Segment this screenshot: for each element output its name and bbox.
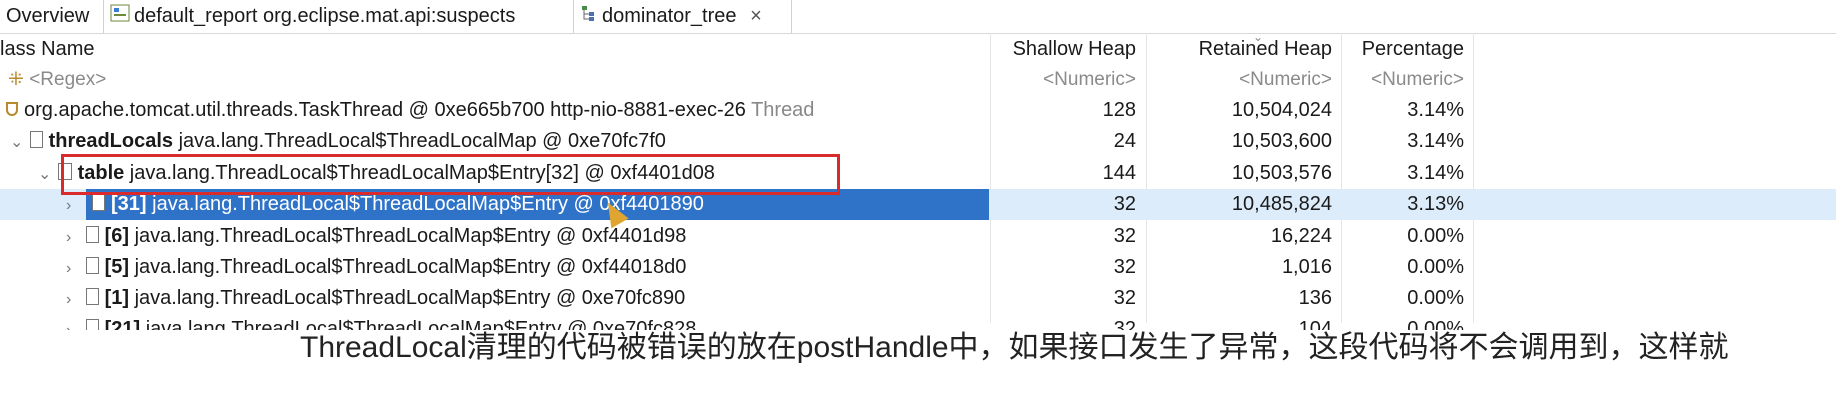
object-icon <box>85 257 99 275</box>
retained-heap-value: 16,224 <box>1270 225 1332 247</box>
class-name-cell: › [5] java.lang.ThreadLocal$ThreadLocalM… <box>66 252 686 283</box>
field-name: threadLocals <box>48 130 174 152</box>
class-name-cell: › [1] java.lang.ThreadLocal$ThreadLocalM… <box>66 283 685 314</box>
percentage-value: 3.14% <box>1407 99 1464 121</box>
thread-icon <box>6 101 18 116</box>
column-header-class-name[interactable]: lass Name <box>0 33 94 66</box>
sort-indicator-icon: ⌄ <box>1253 30 1264 44</box>
video-subtitle: ThreadLocal清理的代码被错误的放在postHandle中，如果接口发生… <box>300 331 1729 364</box>
percentage-value: 3.13% <box>1407 193 1464 215</box>
class-name-cell: › [6] java.lang.ThreadLocal$ThreadLocalM… <box>66 221 686 252</box>
object-label: java.lang.ThreadLocal$ThreadLocalMap$Ent… <box>129 287 686 309</box>
object-icon <box>29 131 43 149</box>
retained-heap-value: 10,503,600 <box>1231 130 1332 152</box>
table-row[interactable]: › [6] java.lang.ThreadLocal$ThreadLocalM… <box>0 221 1836 252</box>
column-header-shallow-heap[interactable]: Shallow Heap <box>990 33 1136 66</box>
retained-heap-value: 10,504,024 <box>1231 99 1332 121</box>
object-label: org.apache.tomcat.util.threads.TaskThrea… <box>24 99 746 121</box>
collapsed-chevron-icon[interactable]: › <box>66 190 80 221</box>
table-row[interactable]: ⌄ threadLocals java.lang.ThreadLocal$Thr… <box>0 126 1836 157</box>
selected-class-name-cell: [31] java.lang.ThreadLocal$ThreadLocalMa… <box>86 189 989 220</box>
object-label: java.lang.ThreadLocal$ThreadLocalMap$Ent… <box>129 256 687 278</box>
field-name: [31] <box>111 193 147 215</box>
field-name: [1] <box>104 287 130 309</box>
array-icon <box>57 163 72 181</box>
collapsed-chevron-icon[interactable]: › <box>66 284 80 315</box>
tab-default-report-label: default_report org.eclipse.mat.api:suspe… <box>134 5 516 27</box>
table-row[interactable]: › [1] java.lang.ThreadLocal$ThreadLocalM… <box>0 283 1836 314</box>
object-icon <box>92 194 105 212</box>
editor-tab-bar: Overview default_report org.eclipse.mat.… <box>0 0 1836 34</box>
percentage-filter-input[interactable]: <Numeric> <box>1340 66 1464 94</box>
percentage-value: 3.14% <box>1407 162 1464 184</box>
retained-heap-filter-input[interactable]: <Numeric> <box>1150 66 1332 94</box>
shallow-heap-value: 32 <box>1113 225 1136 247</box>
object-label: java.lang.ThreadLocal$ThreadLocalMap$Ent… <box>129 225 687 247</box>
close-icon[interactable]: × <box>750 5 762 27</box>
class-name-cell: ⌄ threadLocals java.lang.ThreadLocal$Thr… <box>10 126 666 157</box>
percentage-value: 0.00% <box>1407 225 1464 247</box>
percentage-value: 3.14% <box>1407 130 1464 152</box>
collapsed-chevron-icon[interactable]: › <box>66 253 80 284</box>
percentage-value: 0.00% <box>1407 256 1464 278</box>
video-subtitle-strip: ThreadLocal清理的代码被错误的放在postHandle中，如果接口发生… <box>0 330 1836 404</box>
filter-icon: ⁜ <box>8 69 24 90</box>
shallow-heap-value: 32 <box>1113 256 1136 278</box>
retained-heap-value: 1,016 <box>1281 256 1332 278</box>
field-name: [5] <box>104 256 130 278</box>
retained-heap-value: 10,503,576 <box>1231 162 1332 184</box>
shallow-heap-value: 128 <box>1102 99 1136 121</box>
column-header-percentage[interactable]: Percentage <box>1340 33 1464 66</box>
field-name: table <box>77 162 125 184</box>
shallow-heap-filter-input[interactable]: <Numeric> <box>990 66 1136 94</box>
object-icon <box>85 226 99 244</box>
class-name-filter[interactable]: ⁜ <Regex> <box>8 66 106 94</box>
tab-dominator-tree-label: dominator_tree <box>602 5 737 27</box>
retained-heap-value: 136 <box>1298 287 1332 309</box>
shallow-heap-value: 32 <box>1113 287 1136 309</box>
report-icon <box>110 0 130 33</box>
object-label: java.lang.ThreadLocal$ThreadLocalMap @ 0… <box>173 130 666 152</box>
table-row[interactable]: org.apache.tomcat.util.threads.TaskThrea… <box>0 95 1836 126</box>
object-label: java.lang.ThreadLocal$ThreadLocalMap$Ent… <box>124 162 715 184</box>
field-name: [6] <box>104 225 130 247</box>
retained-heap-value: 10,485,824 <box>1231 193 1332 215</box>
tab-overview[interactable]: Overview <box>0 0 104 33</box>
table-row[interactable]: ⌄ table java.lang.ThreadLocal$ThreadLoca… <box>0 158 1836 189</box>
tree-icon <box>580 0 598 33</box>
shallow-heap-value: 32 <box>1113 193 1136 215</box>
collapsed-chevron-icon[interactable]: › <box>66 222 80 253</box>
class-name-cell: › <box>66 189 80 220</box>
percentage-value: 0.00% <box>1407 287 1464 309</box>
expanded-chevron-icon[interactable]: ⌄ <box>38 159 52 190</box>
table-row[interactable]: › [5] java.lang.ThreadLocal$ThreadLocalM… <box>0 252 1836 283</box>
object-icon <box>85 288 99 306</box>
shallow-heap-value: 144 <box>1102 162 1136 184</box>
class-name-cell: ⌄ table java.lang.ThreadLocal$ThreadLoca… <box>38 158 715 189</box>
regex-filter-input[interactable]: <Regex> <box>29 69 106 90</box>
column-header-retained-heap[interactable]: Retained Heap <box>1150 33 1332 66</box>
expanded-chevron-icon[interactable]: ⌄ <box>10 127 24 158</box>
shallow-heap-value: 24 <box>1113 130 1136 152</box>
tab-dominator-tree[interactable]: dominator_tree × <box>574 0 792 33</box>
tab-overview-label: Overview <box>6 5 90 27</box>
object-type-label: Thread <box>751 99 815 121</box>
tab-default-report[interactable]: default_report org.eclipse.mat.api:suspe… <box>104 0 574 33</box>
table-row-selected[interactable]: › [31] java.lang.ThreadLocal$ThreadLocal… <box>0 189 1836 220</box>
class-name-cell: org.apache.tomcat.util.threads.TaskThrea… <box>6 95 814 126</box>
